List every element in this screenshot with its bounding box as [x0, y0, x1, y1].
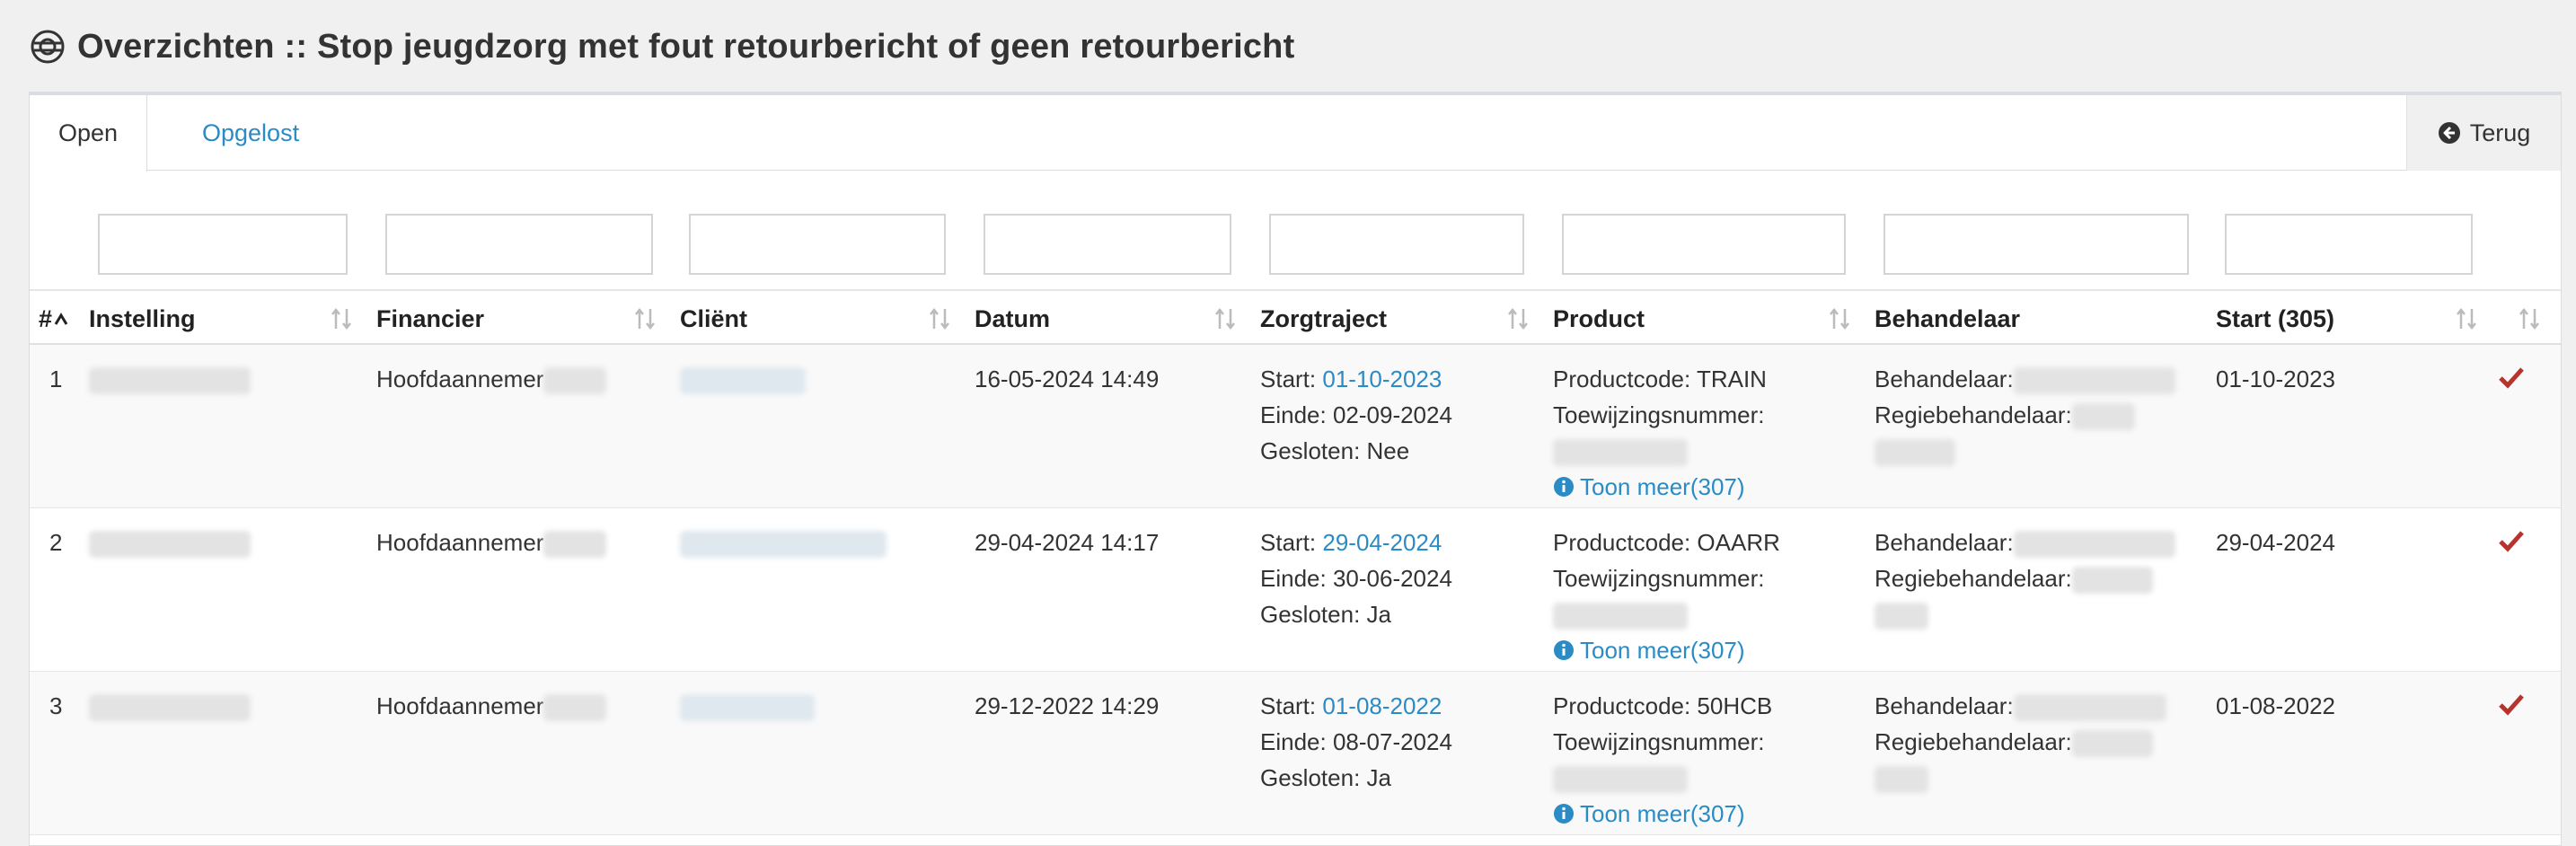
- column-header-datum[interactable]: Datum: [975, 291, 1050, 347]
- start-link[interactable]: 29-04-2024: [1322, 529, 1442, 556]
- financier-cell: Hoofdaannemer: [376, 524, 607, 560]
- zorgtraject-cell: Start: 01-08-2022 Einde: 08-07-2024 Gesl…: [1260, 692, 1452, 791]
- filter-zorgtraject-input[interactable]: [1269, 214, 1524, 275]
- client-link[interactable]: [680, 361, 806, 397]
- product-cell: Productcode: TRAIN Toewijzingsnummer: To…: [1553, 361, 1767, 505]
- product-cell: Productcode: 50HCB Toewijzingsnummer: To…: [1553, 688, 1772, 832]
- behandelaar-cell: Behandelaar: Regiebehandelaar:: [1875, 524, 2175, 632]
- table-row: 3 Hoofdaannemer 29-12-2022 14:29 Start: …: [30, 672, 2561, 835]
- sort-icon[interactable]: [1506, 305, 1530, 332]
- instelling-redacted: [89, 688, 251, 724]
- filter-row: [30, 214, 2561, 277]
- arrow-circle-left-icon: [2438, 122, 2460, 144]
- zorgtraject-cell: Start: 01-10-2023 Einde: 02-09-2024 Gesl…: [1260, 366, 1452, 464]
- tab-open[interactable]: Open: [30, 95, 148, 172]
- filter-behandelaar-input[interactable]: [1883, 214, 2189, 275]
- datum-cell: 29-12-2022 14:29: [975, 692, 1160, 719]
- table-header: # Instelling Financier Cliënt Datum Zorg…: [30, 289, 2561, 345]
- tab-opgelost[interactable]: Opgelost: [173, 95, 328, 171]
- sort-icon[interactable]: [2518, 305, 2541, 332]
- toon-meer-link[interactable]: Toon meer(307): [1553, 632, 1780, 668]
- lifebuoy-icon: [31, 30, 65, 64]
- check-icon: [2499, 367, 2524, 389]
- instelling-redacted: [89, 361, 251, 397]
- toon-meer-link[interactable]: Toon meer(307): [1553, 469, 1767, 505]
- start-cell: 29-04-2024: [2216, 529, 2335, 556]
- page-header: Overzichten :: Stop jeugdzorg met fout r…: [29, 20, 1294, 74]
- info-circle-icon: [1554, 640, 1574, 660]
- financier-cell: Hoofdaannemer: [376, 361, 607, 397]
- page-title: Overzichten :: Stop jeugdzorg met fout r…: [77, 27, 1295, 66]
- tab-bar: Open Opgelost Terug: [30, 95, 2561, 172]
- client-link[interactable]: [680, 524, 887, 560]
- column-header-behandelaar[interactable]: Behandelaar: [1875, 291, 2020, 347]
- sort-icon[interactable]: [928, 305, 951, 332]
- column-header-financier[interactable]: Financier: [376, 291, 484, 347]
- filter-product-input[interactable]: [1562, 214, 1846, 275]
- filter-instelling-input[interactable]: [98, 214, 348, 275]
- column-header-client[interactable]: Cliënt: [680, 291, 747, 347]
- column-header-nr[interactable]: #: [39, 291, 70, 347]
- column-header-product[interactable]: Product: [1553, 291, 1645, 347]
- datum-cell: 29-04-2024 14:17: [975, 529, 1160, 556]
- row-number: 1: [49, 366, 63, 392]
- sort-icon[interactable]: [1213, 305, 1237, 332]
- filter-start-input[interactable]: [2225, 214, 2473, 275]
- client-link[interactable]: [680, 688, 815, 724]
- sort-icon[interactable]: [2455, 305, 2478, 332]
- overview-panel: Open Opgelost Terug # Instelling Financi…: [29, 92, 2562, 846]
- datum-cell: 16-05-2024 14:49: [975, 366, 1160, 392]
- sort-icon[interactable]: [330, 305, 353, 332]
- sort-asc-icon: [54, 313, 68, 325]
- sort-icon[interactable]: [633, 305, 657, 332]
- table-row: 1 Hoofdaannemer 16-05-2024 14:49 Start: …: [30, 345, 2561, 508]
- zorgtraject-cell: Start: 29-04-2024 Einde: 30-06-2024 Gesl…: [1260, 529, 1452, 628]
- check-icon: [2499, 531, 2524, 552]
- instelling-redacted: [89, 524, 251, 560]
- start-cell: 01-08-2022: [2216, 692, 2335, 719]
- info-circle-icon: [1554, 477, 1574, 497]
- start-link[interactable]: 01-08-2022: [1322, 692, 1442, 719]
- financier-cell: Hoofdaannemer: [376, 688, 607, 724]
- product-cell: Productcode: OAARR Toewijzingsnummer: To…: [1553, 524, 1780, 668]
- start-link[interactable]: 01-10-2023: [1322, 366, 1442, 392]
- column-header-zorgtraject[interactable]: Zorgtraject: [1260, 291, 1387, 347]
- sort-icon[interactable]: [1828, 305, 1851, 332]
- row-number: 3: [49, 692, 63, 719]
- table-row: 2 Hoofdaannemer 29-04-2024 14:17 Start: …: [30, 508, 2561, 672]
- behandelaar-cell: Behandelaar: Regiebehandelaar:: [1875, 361, 2175, 469]
- column-header-start[interactable]: Start (305): [2216, 291, 2334, 347]
- check-icon: [2499, 694, 2524, 716]
- start-cell: 01-10-2023: [2216, 366, 2335, 392]
- toon-meer-link[interactable]: Toon meer(307): [1553, 796, 1772, 832]
- filter-financier-input[interactable]: [385, 214, 653, 275]
- row-number: 2: [49, 529, 63, 556]
- info-circle-icon: [1554, 804, 1574, 824]
- filter-client-input[interactable]: [689, 214, 946, 275]
- behandelaar-cell: Behandelaar: Regiebehandelaar:: [1875, 688, 2166, 796]
- back-button-label: Terug: [2469, 119, 2531, 146]
- back-button[interactable]: Terug: [2406, 95, 2561, 171]
- filter-datum-input[interactable]: [984, 214, 1231, 275]
- column-header-instelling[interactable]: Instelling: [89, 291, 196, 347]
